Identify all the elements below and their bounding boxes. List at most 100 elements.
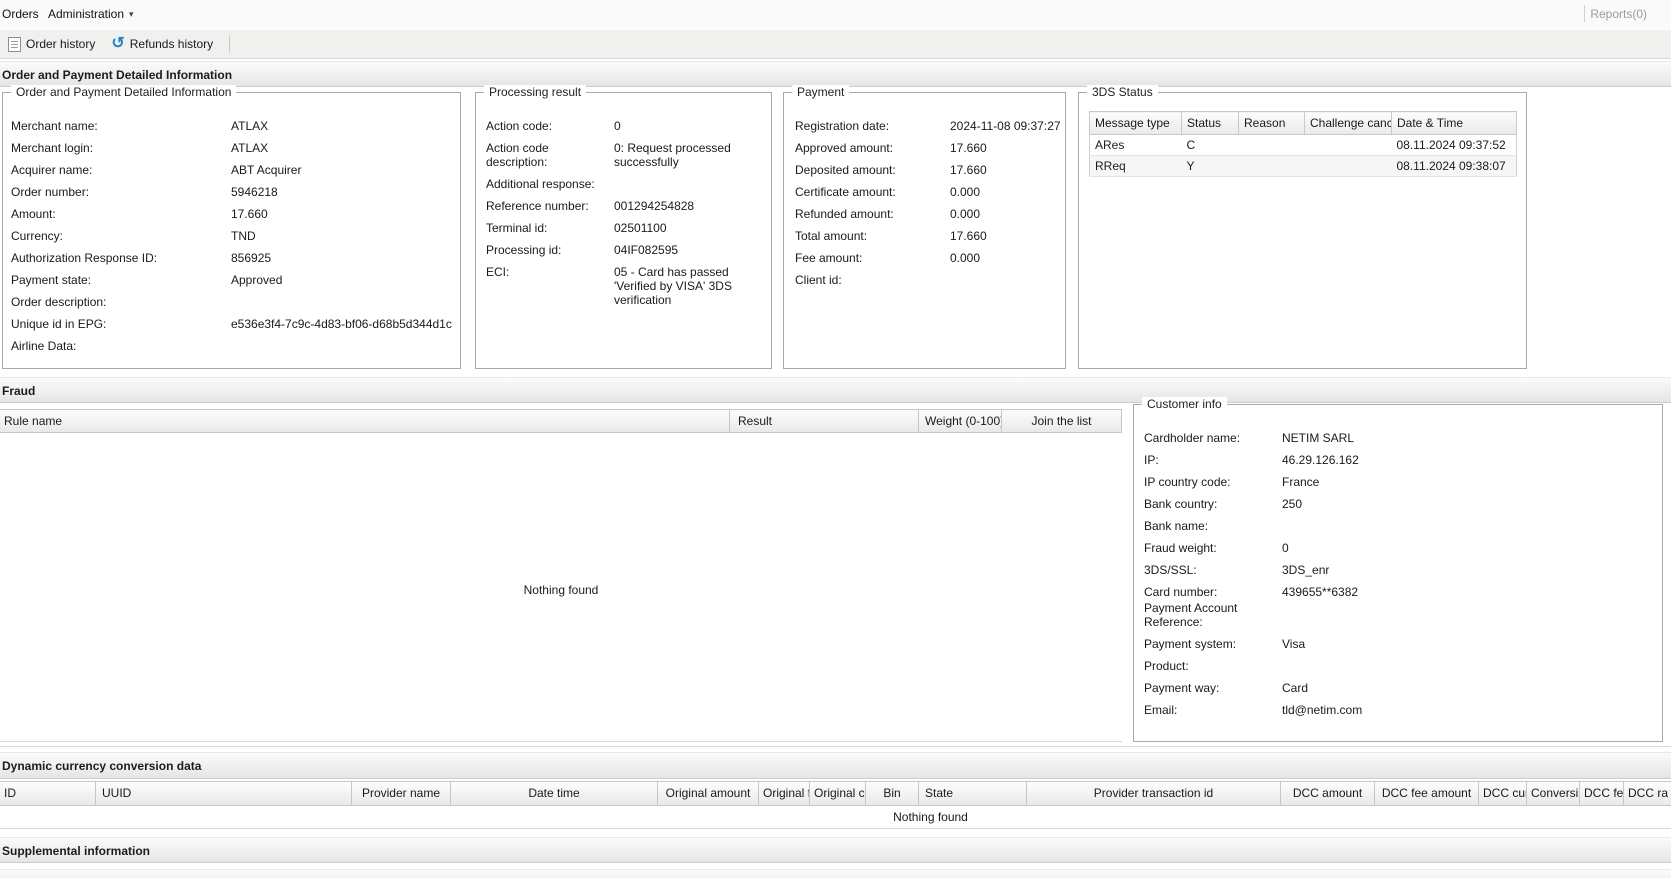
field-value: 3DS_enr <box>1282 563 1330 577</box>
column-header-dcc-fee-amount: DCC fee amount <box>1375 781 1479 806</box>
toolbar: Order history ↺ Refunds history <box>0 29 1671 59</box>
field-label: Bank country: <box>1144 497 1218 511</box>
field-label: Total amount: <box>795 229 868 243</box>
field-value: Visa <box>1282 637 1306 651</box>
column-header: Status <box>1181 111 1239 135</box>
section-title-supplemental: Supplemental information <box>0 837 1671 863</box>
field-row: IP: 46.29.126.162 <box>1144 453 1658 467</box>
cell-status: Y <box>1181 155 1239 177</box>
field-value: 0 <box>614 119 621 133</box>
field-value: 856925 <box>231 251 272 265</box>
column-header-dcc-currency: DCC curr <box>1479 781 1527 806</box>
field-row: Client id: <box>795 273 1061 287</box>
field-label: Email: <box>1144 703 1178 717</box>
field-label: IP: <box>1144 453 1159 467</box>
field-label: IP country code: <box>1144 475 1231 489</box>
field-row: Payment system: Visa <box>1144 637 1658 651</box>
column-header-weight: Weight (0-100) <box>919 409 1002 433</box>
field-value: 17.660 <box>950 141 987 155</box>
field-label: Reference number: <box>486 199 589 213</box>
field-value <box>231 295 456 309</box>
field-value: 05 - Card has passed 'Verified by VISA' … <box>614 265 736 307</box>
column-header: Reason <box>1238 111 1305 135</box>
field-value: Approved <box>231 273 283 287</box>
table-row[interactable]: ARes C 08.11.2024 09:37:52 <box>1089 134 1517 156</box>
field-value: 250 <box>1282 497 1303 511</box>
menu-item-label: Administration <box>48 7 125 21</box>
field-row: Total amount: 17.660 <box>795 229 1061 243</box>
field-value: 02501100 <box>614 221 667 235</box>
field-label: Order description: <box>11 295 107 309</box>
cell-datetime: 08.11.2024 09:37:52 <box>1391 134 1517 156</box>
column-header: Message type <box>1089 111 1182 135</box>
cell-reason <box>1238 134 1305 156</box>
menu-item-administration[interactable]: Administration ▾ <box>48 7 134 21</box>
dcc-empty-text: Nothing found <box>0 806 1671 829</box>
field-label: 3DS/SSL: <box>1144 563 1197 577</box>
field-row: Card number: 439655**6382 <box>1144 585 1658 599</box>
field-row: Product: <box>1144 659 1658 673</box>
field-row: Amount: 17.660 <box>11 207 456 221</box>
field-label: Processing id: <box>486 243 562 257</box>
field-label: Action code description: <box>486 141 549 169</box>
order-details-page: Orders Administration ▾ Reports(0) Order … <box>0 0 1671 878</box>
field-value: 46.29.126.162 <box>1282 453 1359 467</box>
field-row: Payment state: Approved <box>11 273 456 287</box>
field-label: Registration date: <box>795 119 890 133</box>
refunds-history-button[interactable]: ↺ Refunds history <box>103 32 221 56</box>
field-label: ECI: <box>486 265 510 279</box>
menu-item-orders[interactable]: Orders <box>2 7 39 21</box>
column-header-id: ID <box>0 781 96 806</box>
order-info-groupbox: Order and Payment Detailed Information M… <box>2 85 461 369</box>
field-row: Merchant login: ATLAX <box>11 141 456 155</box>
column-header-dcc-rate: DCC ra <box>1624 781 1671 806</box>
field-label: Merchant name: <box>11 119 98 133</box>
field-row: Payment way: Card <box>1144 681 1658 695</box>
field-row: Authorization Response ID: 856925 <box>11 251 456 265</box>
field-value: Card <box>1282 681 1309 695</box>
column-header-dcc-fee: DCC fee <box>1580 781 1624 806</box>
toolbar-separator <box>229 35 231 53</box>
customer-info-groupbox: Customer info Cardholder name: NETIM SARL… <box>1133 397 1663 742</box>
fraud-table-body: Nothing found <box>0 433 1122 742</box>
table-header-row: Message type Status Reason Challenge can… <box>1089 111 1517 135</box>
field-label: Action code: <box>486 119 553 133</box>
field-value: 0.000 <box>950 251 981 265</box>
refund-arrows-icon: ↺ <box>111 35 125 52</box>
order-history-label: Order history <box>26 37 96 51</box>
cell-challenge-cancel <box>1304 155 1392 177</box>
groupbox-legend: Order and Payment Detailed Information <box>11 85 237 99</box>
table-row[interactable]: RReq Y 08.11.2024 09:38:07 <box>1089 155 1517 177</box>
reports-link[interactable]: Reports(0) <box>1590 7 1647 21</box>
field-label: Approved amount: <box>795 141 894 155</box>
field-value: 5946218 <box>231 185 278 199</box>
field-value: 17.660 <box>231 207 268 221</box>
field-value: 04IF082595 <box>614 243 679 257</box>
field-value <box>1282 601 1658 629</box>
field-value <box>1282 519 1658 533</box>
field-label: Client id: <box>795 273 842 287</box>
field-value: 17.660 <box>950 229 987 243</box>
field-value: NETIM SARL <box>1282 431 1355 445</box>
chevron-down-icon: ▾ <box>129 9 134 19</box>
order-history-button[interactable]: Order history <box>0 32 103 56</box>
field-label: Bank name: <box>1144 519 1209 533</box>
field-value: TND <box>231 229 256 243</box>
field-label: Acquirer name: <box>11 163 93 177</box>
section-title-dcc: Dynamic currency conversion data <box>0 752 1671 779</box>
field-row: Certificate amount: 0.000 <box>795 185 1061 199</box>
field-label: Terminal id: <box>486 221 548 235</box>
field-label: Cardholder name: <box>1144 431 1241 445</box>
field-row: Fee amount: 0.000 <box>795 251 1061 265</box>
field-row: IP country code: France <box>1144 475 1658 489</box>
column-header-result: Result <box>730 409 919 433</box>
field-row: Registration date: 2024-11-08 09:37:27 <box>795 119 1061 133</box>
field-value <box>950 273 1061 287</box>
field-label: Airline Data: <box>11 339 77 353</box>
refunds-history-label: Refunds history <box>129 37 214 51</box>
field-value: 0.000 <box>950 207 981 221</box>
field-label: Amount: <box>11 207 56 221</box>
field-value: e536e3f4-7c9c-4d83-bf06-d68b5d344d1c <box>231 317 452 331</box>
field-row: Reference number: 001294254828 <box>486 199 767 213</box>
field-value: 0.000 <box>950 185 981 199</box>
